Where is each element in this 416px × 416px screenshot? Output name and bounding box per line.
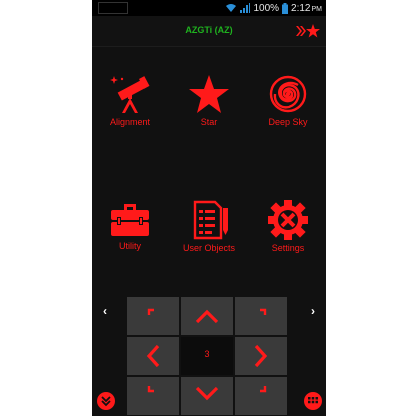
app-title: AZGTi (AZ) <box>185 25 233 35</box>
notepad-icon <box>193 200 228 240</box>
menu-item-alignment[interactable]: Alignment <box>92 74 168 144</box>
status-icons: 100% 2:12PM <box>225 1 322 15</box>
move-up-left-button[interactable] <box>127 297 179 335</box>
star-icon <box>189 75 229 113</box>
app-screen: 100% 2:12PM AZGTi (AZ) Alignment Star De… <box>92 0 326 416</box>
move-right-button[interactable] <box>235 337 287 375</box>
menu-item-label: User Objects <box>182 243 235 253</box>
move-down-button[interactable] <box>181 377 233 415</box>
move-down-right-button[interactable] <box>235 377 287 415</box>
menu-item-label: Star <box>200 117 218 127</box>
slew-rate-value: 3 <box>204 349 210 359</box>
direction-pad: 3 <box>127 297 289 416</box>
toolbox-icon <box>111 204 149 236</box>
title-bar: AZGTi (AZ) <box>92 16 326 47</box>
settings-icon <box>268 200 308 240</box>
status-bar: 100% 2:12PM <box>92 0 326 16</box>
clock: 2:12PM <box>291 3 322 14</box>
signal-icon <box>240 3 251 13</box>
menu-item-label: Utility <box>119 241 141 251</box>
expand-down-button[interactable] <box>97 392 115 410</box>
chevron-left-icon <box>146 344 160 368</box>
previous-page-arrow[interactable]: ‹ <box>103 304 107 318</box>
corner-up-right-icon <box>260 308 267 315</box>
notification-area <box>98 2 128 14</box>
battery-icon <box>282 2 289 14</box>
telescope-icon <box>110 76 150 113</box>
double-chevron-star-icon[interactable] <box>296 24 320 38</box>
clock-ampm: PM <box>311 5 323 13</box>
chevron-right-icon <box>254 344 268 368</box>
menu-item-deep-sky[interactable]: Deep Sky <box>250 74 326 144</box>
battery-percentage: 100% <box>253 2 280 14</box>
wifi-icon <box>226 4 237 12</box>
chevron-down-icon <box>195 386 219 401</box>
galaxy-icon <box>269 75 307 113</box>
grid-menu-icon <box>308 397 318 404</box>
move-up-button[interactable] <box>181 297 233 335</box>
move-down-left-button[interactable] <box>127 377 179 415</box>
menu-item-user-objects[interactable]: User Objects <box>171 200 247 270</box>
corner-down-right-icon <box>260 386 267 393</box>
clock-time: 2:12 <box>291 2 311 14</box>
grid-menu-button[interactable] <box>304 392 322 410</box>
expand-down-icon <box>101 396 111 407</box>
menu-item-label: Alignment <box>109 117 151 127</box>
menu-item-utility[interactable]: Utility <box>92 200 168 270</box>
move-up-right-button[interactable] <box>235 297 287 335</box>
chevron-up-icon <box>195 309 219 324</box>
menu-item-label: Settings <box>271 243 305 253</box>
next-page-arrow[interactable]: › <box>311 304 315 318</box>
slew-rate-display[interactable]: 3 <box>181 337 233 375</box>
menu-item-label: Deep Sky <box>268 117 308 127</box>
menu-item-settings[interactable]: Settings <box>250 200 326 270</box>
corner-down-left-icon <box>147 386 154 393</box>
move-left-button[interactable] <box>127 337 179 375</box>
menu-item-star[interactable]: Star <box>171 74 247 144</box>
corner-up-left-icon <box>147 308 154 315</box>
